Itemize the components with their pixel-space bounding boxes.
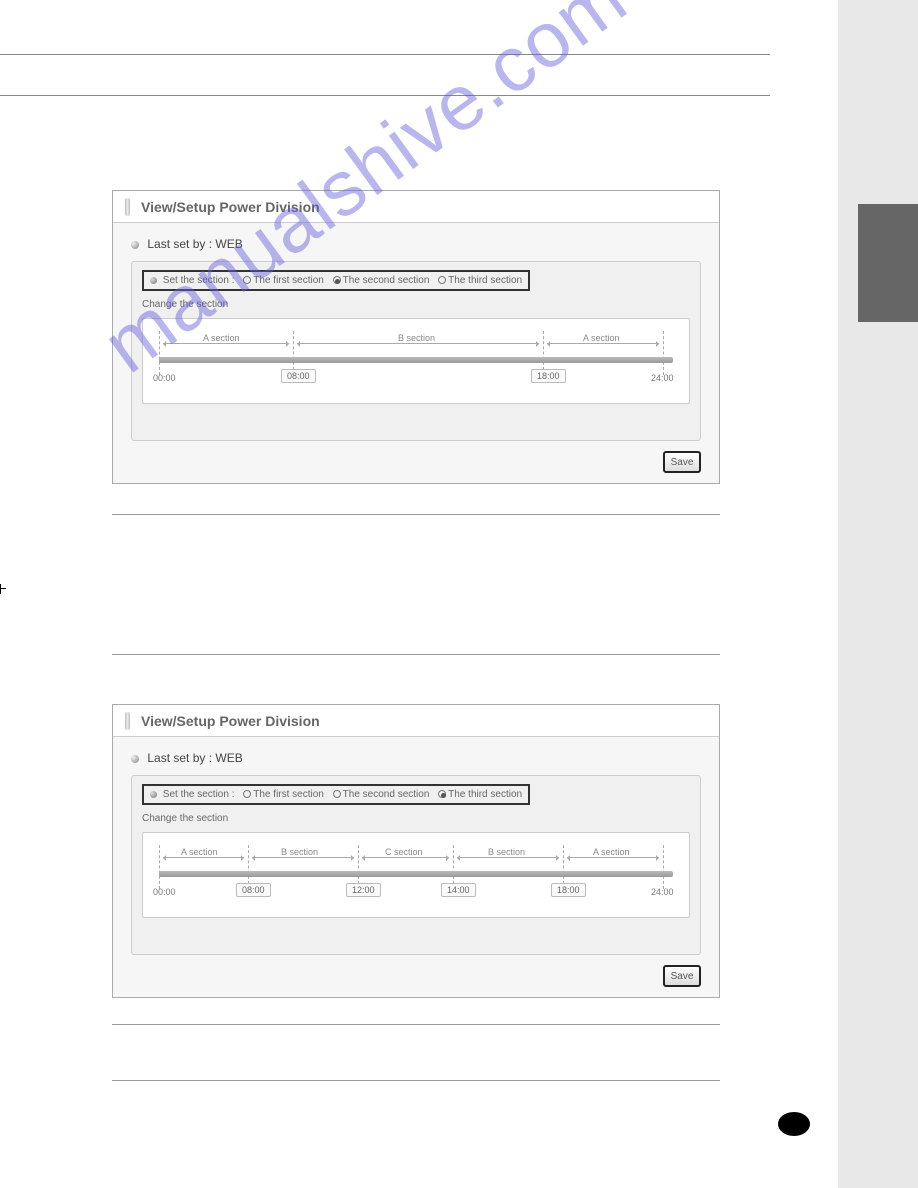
section-arrow	[567, 857, 659, 858]
bullet-icon	[131, 755, 139, 763]
change-section-row: Change the section	[142, 813, 690, 824]
save-button[interactable]: Save	[663, 451, 701, 473]
side-tab	[858, 204, 918, 322]
timeline: A section B section A section 00:00 08:0…	[142, 318, 690, 404]
rule	[112, 654, 720, 655]
rule	[112, 1024, 720, 1025]
section-arrow	[163, 857, 244, 858]
last-set-value: WEB	[215, 237, 242, 251]
time-label: 24:00	[651, 887, 674, 897]
last-set-by: Last set by : WEB	[131, 751, 701, 765]
change-section-row: Change the section	[142, 299, 690, 310]
power-division-panel-2: View/Setup Power Division Last set by : …	[112, 704, 720, 998]
set-section-row: Set the section : The first section The …	[142, 270, 530, 291]
time-box[interactable]: 14:00	[441, 883, 476, 897]
section-arrow	[163, 343, 289, 344]
time-box[interactable]: 12:00	[346, 883, 381, 897]
section-arrow	[547, 343, 659, 344]
section-arrow	[297, 343, 539, 344]
timeline-tick	[159, 845, 160, 889]
radio-first-section[interactable]	[243, 276, 251, 284]
last-set-value: WEB	[215, 751, 242, 765]
radio-label: The first section	[253, 275, 324, 286]
panel-title: View/Setup Power Division	[113, 705, 719, 737]
radio-second-section[interactable]	[333, 790, 341, 798]
bullet-icon	[150, 791, 157, 798]
rule	[112, 514, 720, 515]
timeline-bar	[159, 871, 673, 877]
last-set-by: Last set by : WEB	[131, 237, 701, 251]
set-section-row: Set the section : The first section The …	[142, 784, 530, 805]
page-number-badge	[778, 1112, 810, 1136]
section-label: A section	[203, 333, 240, 343]
header-rule	[0, 54, 770, 96]
section-arrow	[252, 857, 354, 858]
radio-label: The second section	[343, 275, 430, 286]
last-set-prefix: Last set by :	[147, 237, 215, 251]
section-label: B section	[488, 847, 525, 857]
time-box[interactable]: 08:00	[281, 369, 316, 383]
time-label: 24:00	[651, 373, 674, 383]
crop-mark	[0, 584, 6, 594]
timeline: A section B section C section B section …	[142, 832, 690, 918]
radio-first-section[interactable]	[243, 790, 251, 798]
change-section-label: Change the section	[142, 813, 228, 824]
radio-second-section[interactable]	[333, 276, 341, 284]
section-label: B section	[281, 847, 318, 857]
panel-body: Last set by : WEB Set the section : The …	[113, 737, 719, 997]
power-division-panel-1: View/Setup Power Division Last set by : …	[112, 190, 720, 484]
bullet-icon	[150, 277, 157, 284]
time-label: 00:00	[153, 887, 176, 897]
time-box[interactable]: 18:00	[551, 883, 586, 897]
set-section-label: Set the section :	[163, 275, 235, 286]
section-arrow	[457, 857, 559, 858]
radio-third-section[interactable]	[438, 790, 446, 798]
set-section-label: Set the section :	[163, 789, 235, 800]
timeline-tick	[663, 845, 664, 889]
radio-label: The first section	[253, 789, 324, 800]
settings-box: Set the section : The first section The …	[131, 261, 701, 441]
change-section-label: Change the section	[142, 299, 228, 310]
radio-third-section[interactable]	[438, 276, 446, 284]
save-button[interactable]: Save	[663, 965, 701, 987]
section-arrow	[362, 857, 449, 858]
settings-box: Set the section : The first section The …	[131, 775, 701, 955]
bullet-icon	[131, 241, 139, 249]
radio-label: The second section	[343, 789, 430, 800]
page-background	[0, 0, 838, 1188]
timeline-tick	[159, 331, 160, 375]
section-label: B section	[398, 333, 435, 343]
section-label: A section	[593, 847, 630, 857]
last-set-prefix: Last set by :	[147, 751, 215, 765]
panel-body: Last set by : WEB Set the section : The …	[113, 223, 719, 483]
section-label: A section	[181, 847, 218, 857]
section-label: A section	[583, 333, 620, 343]
section-label: C section	[385, 847, 423, 857]
panel-title: View/Setup Power Division	[113, 191, 719, 223]
radio-label: The third section	[448, 275, 522, 286]
time-label: 00:00	[153, 373, 176, 383]
timeline-bar	[159, 357, 673, 363]
radio-label: The third section	[448, 789, 522, 800]
time-box[interactable]: 08:00	[236, 883, 271, 897]
rule	[112, 1080, 720, 1081]
timeline-tick	[663, 331, 664, 375]
time-box[interactable]: 18:00	[531, 369, 566, 383]
